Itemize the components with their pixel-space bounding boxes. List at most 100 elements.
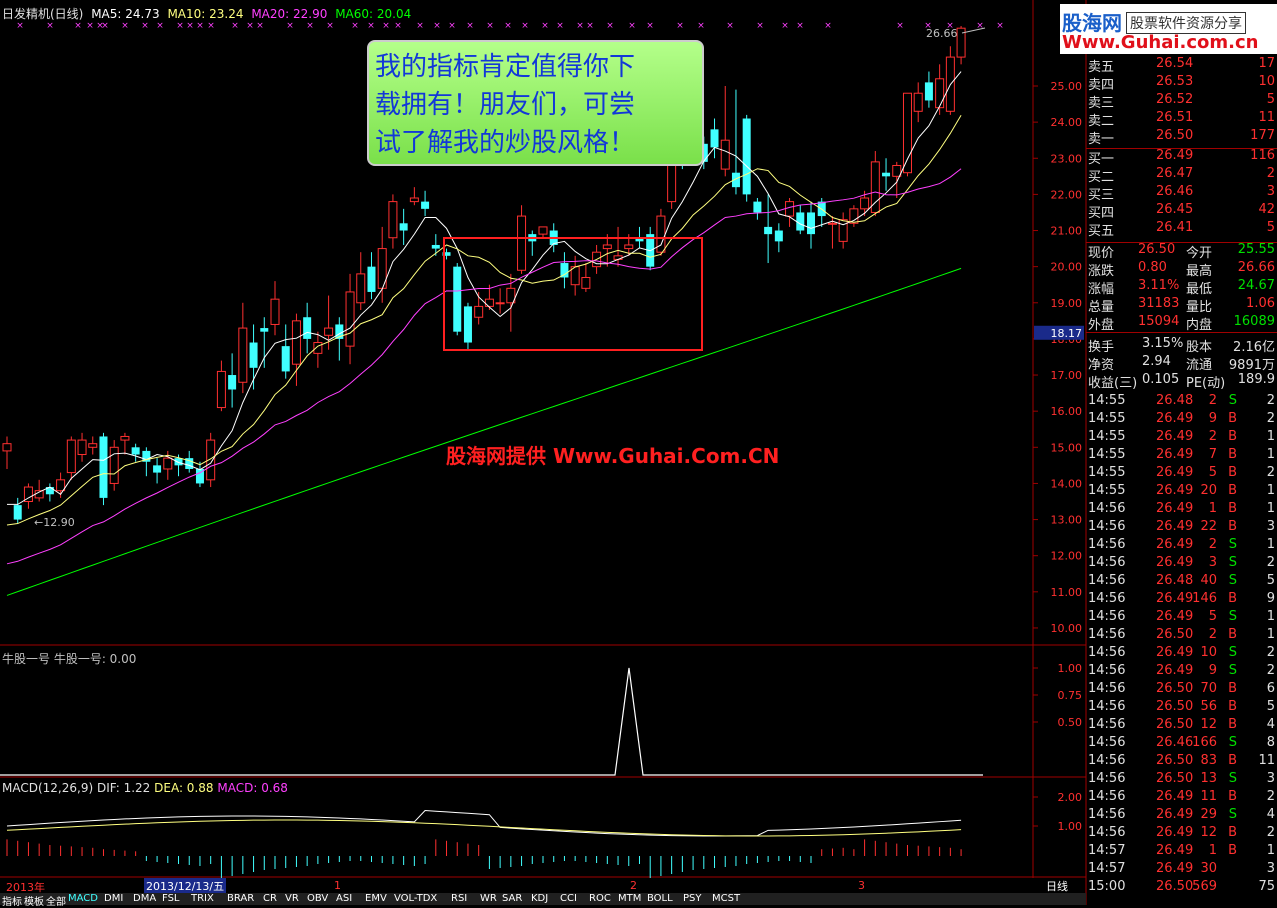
- indicator-tab-dmi[interactable]: DMI: [104, 893, 123, 904]
- chart-legend: 日发精机(日线) MA5: 24.73 MA10: 23.24 MA20: 22…: [2, 5, 411, 22]
- indicator-tab-emv[interactable]: EMV: [365, 893, 387, 904]
- indicator-tab-vr[interactable]: VR: [285, 893, 299, 904]
- indicator-tab-全部[interactable]: 全部: [46, 893, 66, 908]
- tick-side: S: [1228, 555, 1237, 570]
- stat-row: 外盘 15094 内盘 16089: [1086, 314, 1277, 333]
- tick-price: 26.50: [1156, 627, 1194, 642]
- tick-price: 26.49: [1156, 591, 1194, 606]
- ma20-label: MA20: 22.90: [251, 7, 328, 21]
- candle-body-up: [474, 305, 484, 318]
- tick-volume: 30: [1200, 861, 1217, 876]
- stat-label: 今开: [1186, 246, 1213, 261]
- signal-mark: ×: [246, 21, 254, 31]
- signal-mark: ×: [781, 21, 789, 31]
- indicator-tab-mcst[interactable]: MCST: [712, 893, 740, 904]
- tick-count: 2: [1266, 645, 1275, 660]
- indicator1-tick-label: 0.50: [1058, 716, 1083, 729]
- tick-side: B: [1228, 519, 1237, 534]
- tick-row: 14:56 26.49 22 B 3: [1086, 519, 1277, 537]
- signal-mark: ×: [756, 21, 764, 31]
- tick-count: 8: [1266, 735, 1275, 750]
- ask-label: 卖一: [1088, 132, 1115, 147]
- tick-side: B: [1228, 465, 1237, 480]
- ma10-label: MA10: 23.24: [167, 7, 244, 21]
- indicator-tab-psy[interactable]: PSY: [683, 893, 702, 904]
- panel-separator: [1086, 242, 1277, 243]
- stat-value: 1.06: [1246, 296, 1275, 311]
- candle-body-down: [882, 172, 891, 177]
- indicator-tab-fsl[interactable]: FSL: [162, 893, 180, 904]
- signal-mark: ×: [176, 21, 184, 31]
- tick-volume: 9: [1208, 663, 1217, 678]
- tick-side: B: [1228, 789, 1237, 804]
- indicator-tab-sar[interactable]: SAR: [502, 893, 522, 904]
- signal-mark: ×: [367, 21, 375, 31]
- candle-body-up: [291, 320, 301, 365]
- month-1: 1: [334, 879, 341, 892]
- ask-price: 26.51: [1156, 110, 1194, 125]
- candle-body-down: [249, 342, 258, 368]
- indicator-tab-模板[interactable]: 模板: [24, 893, 44, 908]
- candle-body-down: [560, 263, 569, 278]
- indicator-tab-rsi[interactable]: RSI: [451, 893, 467, 904]
- stat-row: 涨跌 0.80 最高 26.66: [1086, 260, 1277, 279]
- signal-mark: ×: [382, 21, 390, 31]
- indicator1-tick-label: 0.75: [1058, 689, 1083, 702]
- tick-side: B: [1228, 429, 1237, 444]
- tick-count: 2: [1266, 465, 1275, 480]
- candle-body-down: [153, 465, 162, 473]
- period-label[interactable]: 日线: [1046, 878, 1068, 894]
- indicator-tab-指标[interactable]: 指标: [2, 893, 22, 908]
- tick-time: 14:56: [1088, 519, 1126, 534]
- tick-count: 11: [1258, 753, 1275, 768]
- indicator-tab-macd[interactable]: MACD: [68, 893, 98, 904]
- indicator-tab-boll[interactable]: BOLL: [647, 893, 673, 904]
- indicator-tab-asi[interactable]: ASI: [336, 893, 352, 904]
- indicator-tab-brar[interactable]: BRAR: [227, 893, 254, 904]
- stat-label: 最高: [1186, 264, 1213, 279]
- candle-body-up: [484, 298, 494, 307]
- tick-count: 4: [1266, 807, 1275, 822]
- indicator-tab-cci[interactable]: CCI: [560, 893, 577, 904]
- tick-volume: 12: [1200, 717, 1217, 732]
- candle-body-down: [421, 201, 430, 209]
- tick-volume: 2: [1208, 627, 1217, 642]
- bid-volume: 3: [1266, 184, 1275, 199]
- tick-row: 14:56 26.49 29 S 4: [1086, 807, 1277, 825]
- signal-mark: ×: [824, 21, 832, 31]
- indicator-tab-roc[interactable]: ROC: [589, 893, 611, 904]
- high-price-label: 26.66: [926, 27, 958, 40]
- tick-side: B: [1228, 681, 1237, 696]
- price-tick-label: 22.00: [1051, 188, 1083, 201]
- indicator-tab-wr[interactable]: WR: [480, 893, 497, 904]
- ask-volume: 17: [1258, 56, 1275, 71]
- indicator-tab-obv[interactable]: OBV: [307, 893, 328, 904]
- signal-mark: ×: [46, 21, 54, 31]
- tick-time: 14:56: [1088, 717, 1126, 732]
- indicator-tab-vol-tdx[interactable]: VOL-TDX: [394, 893, 437, 904]
- callout-line-2: 载拥有！朋友们，可尝: [375, 90, 636, 120]
- tick-side: S: [1228, 645, 1237, 660]
- indicator-tab-mtm[interactable]: MTM: [618, 893, 641, 904]
- tick-side: S: [1228, 807, 1237, 822]
- tick-time: 14:56: [1088, 573, 1126, 588]
- signal-mark: ×: [646, 21, 654, 31]
- tick-side: B: [1228, 699, 1237, 714]
- indicator-tab-kdj[interactable]: KDJ: [531, 893, 548, 904]
- stat-value: 16089: [1233, 314, 1275, 329]
- ask-price: 26.54: [1156, 56, 1194, 71]
- price-tick-label: 19.00: [1051, 297, 1083, 310]
- bid-volume: 5: [1266, 220, 1275, 235]
- candle-body-up: [163, 457, 173, 470]
- signal-mark: ×: [351, 21, 359, 31]
- signal-mark: ×: [306, 21, 314, 31]
- indicator-tab-cr[interactable]: CR: [263, 893, 277, 904]
- fin-label: 净资: [1088, 358, 1115, 373]
- indicator-tab-dma[interactable]: DMA: [133, 893, 156, 904]
- tick-count: 9: [1266, 591, 1275, 606]
- candle-body-up: [313, 342, 323, 354]
- candle-body-up: [345, 291, 355, 347]
- indicator-tab-trix[interactable]: TRIX: [191, 893, 214, 904]
- bid-label: 买五: [1088, 224, 1115, 239]
- fin-value: 189.9: [1237, 372, 1275, 387]
